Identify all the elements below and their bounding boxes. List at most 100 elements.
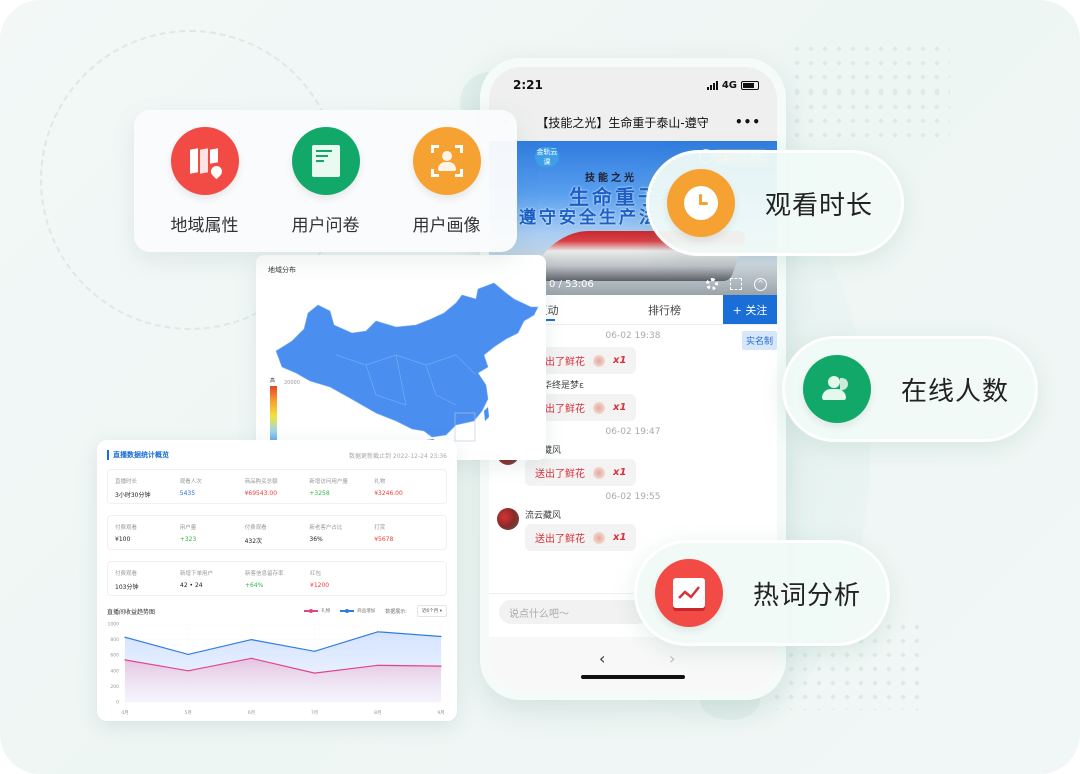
data-point (440, 665, 442, 667)
data-point (377, 631, 379, 633)
stat-value: ¥100 (115, 536, 131, 543)
pill-label: 观看时长 (765, 190, 874, 221)
y-tick-label: 800 (110, 637, 119, 643)
stat-item: 新增下单用户 42 • 24 (180, 569, 245, 589)
follow-button[interactable]: + 关注 (723, 295, 777, 324)
stat-item: 用户量 +323 (179, 523, 245, 543)
legend-max-label: 20000 (284, 380, 300, 386)
y-tick-label: 1000 (108, 622, 120, 628)
stat-value: 103分钟 (115, 584, 139, 591)
stat-label: 付费观看 (244, 525, 267, 531)
comment-input[interactable]: 说点什么吧～ (499, 600, 649, 624)
status-bar: 2:21 4G (489, 67, 777, 103)
stat-label: 用户量 (179, 525, 197, 531)
stat-value: +323 (179, 536, 197, 543)
legend-color-scale[interactable] (270, 386, 277, 446)
feature-card: 地域属性 用户问卷 用户画像 (134, 110, 517, 252)
more-icon[interactable]: ••• (735, 115, 761, 129)
data-point (314, 650, 316, 652)
x-tick-label: 8月 (374, 710, 381, 716)
y-tick-label: 400 (110, 668, 119, 674)
stat-value: ¥5678 (374, 536, 394, 543)
data-point (187, 670, 189, 672)
stat-item: 新老客户占比 36% (309, 523, 374, 543)
feature-label: 用户画像 (412, 215, 481, 236)
legend-label: 商品增加 (357, 609, 376, 614)
stat-label: 商品购买总额 (244, 479, 278, 485)
data-point (124, 636, 126, 638)
pill-watch-duration[interactable]: 观看时长 (646, 150, 904, 256)
feature-profile[interactable]: 用户画像 (412, 126, 481, 236)
stat-label: 新老客户占比 (309, 525, 343, 531)
stats-updated-time: 数据更新截止到 2022-12-24 23:36 (349, 452, 447, 460)
x-tick-label: 7月 (311, 710, 318, 716)
stat-label: 付费观看 (115, 525, 138, 531)
data-point (440, 635, 442, 638)
clock-icon (667, 169, 735, 237)
gift-text: 送出了鲜花 (535, 534, 585, 545)
nav-bar: ✕ 【技能之光】生命重于泰山-遵守 ••• (489, 103, 777, 141)
stat-value: ¥1200 (310, 582, 330, 589)
home-indicator[interactable] (581, 675, 685, 679)
avatar[interactable] (497, 508, 519, 530)
stat-value: 5435 (179, 490, 196, 497)
stat-value: 432次 (244, 538, 263, 545)
range-select[interactable]: 近6个月 ▾ (416, 605, 447, 617)
gift-count: x1 (613, 402, 627, 413)
data-point (124, 659, 126, 661)
feature-survey[interactable]: 用户问卷 (291, 126, 360, 236)
pill-online-count[interactable]: 在线人数 (782, 336, 1038, 442)
y-tick-label: 200 (110, 684, 119, 690)
china-map[interactable] (256, 255, 546, 460)
chart-legend: 礼物 商品增加 数据展示: 近6个月 ▾ (304, 605, 447, 617)
stat-value: ¥69543.00 (244, 490, 278, 497)
stat-item: 红包 ¥1200 (310, 569, 375, 589)
collapse-icon[interactable]: ^ (754, 277, 767, 291)
stat-label: 新增下单用户 (180, 571, 214, 577)
china-map-shape (275, 282, 539, 438)
forward-arrow-icon[interactable]: › (669, 649, 675, 668)
back-arrow-icon[interactable]: ‹ (599, 649, 605, 668)
video-time: 0 / 53:06 (549, 278, 594, 290)
region-map-card: 地域分布 高 20000 (256, 255, 546, 460)
stat-group: 付费观看 103分钟 新增下单用户 42 • 24 新客信息留存率 +64% 红包 ¥1200 (107, 561, 447, 596)
network-type: 4G (721, 79, 737, 91)
data-point (187, 653, 189, 656)
stat-item: 付费观看 103分钟 (115, 569, 180, 591)
pill-label: 热词分析 (753, 580, 862, 611)
stat-label: 观看人次 (179, 479, 202, 485)
realname-badge[interactable]: 实名制 (741, 331, 777, 350)
settings-icon[interactable] (706, 278, 718, 290)
stat-item: 新客信息留存率 +64% (245, 569, 310, 589)
stat-value: +3258 (309, 490, 330, 497)
chat-nickname: 流云藏风 (525, 511, 562, 521)
tab-ranking[interactable]: 排行榜 (606, 295, 723, 324)
y-tick-label: 600 (110, 653, 119, 659)
legend-label: 礼物 (321, 609, 331, 614)
stat-group: 付费观看 ¥100 用户量 +323 付费观看 432次 新老客户占比 36% 打赏 ¥5678 (107, 515, 447, 550)
stat-item: 付费观看 ¥100 (115, 523, 180, 543)
stat-value: 3小时30分钟 (115, 492, 151, 499)
data-point (250, 639, 252, 641)
stat-item: 观看人次 5435 (179, 477, 245, 497)
video-title-line2: 遵守安全生产法 (519, 208, 659, 228)
stat-value: 36% (309, 536, 323, 543)
gift-bubble: 送出了鲜花 x1 (525, 524, 637, 551)
gift-bubble: 送出了鲜花 x1 (525, 459, 637, 486)
legend-item-gift[interactable]: 礼物 (304, 608, 330, 614)
feature-region[interactable]: 地域属性 (170, 126, 239, 236)
channel-logo: 金轨云课 (535, 147, 559, 167)
stat-label: 新客信息留存率 (245, 571, 284, 577)
decorative-dots (790, 86, 950, 146)
map-pin-icon (170, 126, 239, 195)
stats-title: 直播数据统计概览 (107, 450, 169, 460)
legend-item-goods[interactable]: 商品增加 (340, 608, 375, 614)
pill-hotword-analysis[interactable]: 热词分析 (634, 540, 890, 646)
taiwan-shape (484, 407, 489, 421)
flower-icon (593, 353, 605, 368)
x-tick-label: 6月 (248, 710, 255, 716)
gift-text: 送出了鲜花 (535, 469, 585, 480)
fullscreen-icon[interactable] (730, 278, 742, 290)
gift-count: x1 (613, 532, 627, 543)
flower-icon (593, 530, 605, 545)
